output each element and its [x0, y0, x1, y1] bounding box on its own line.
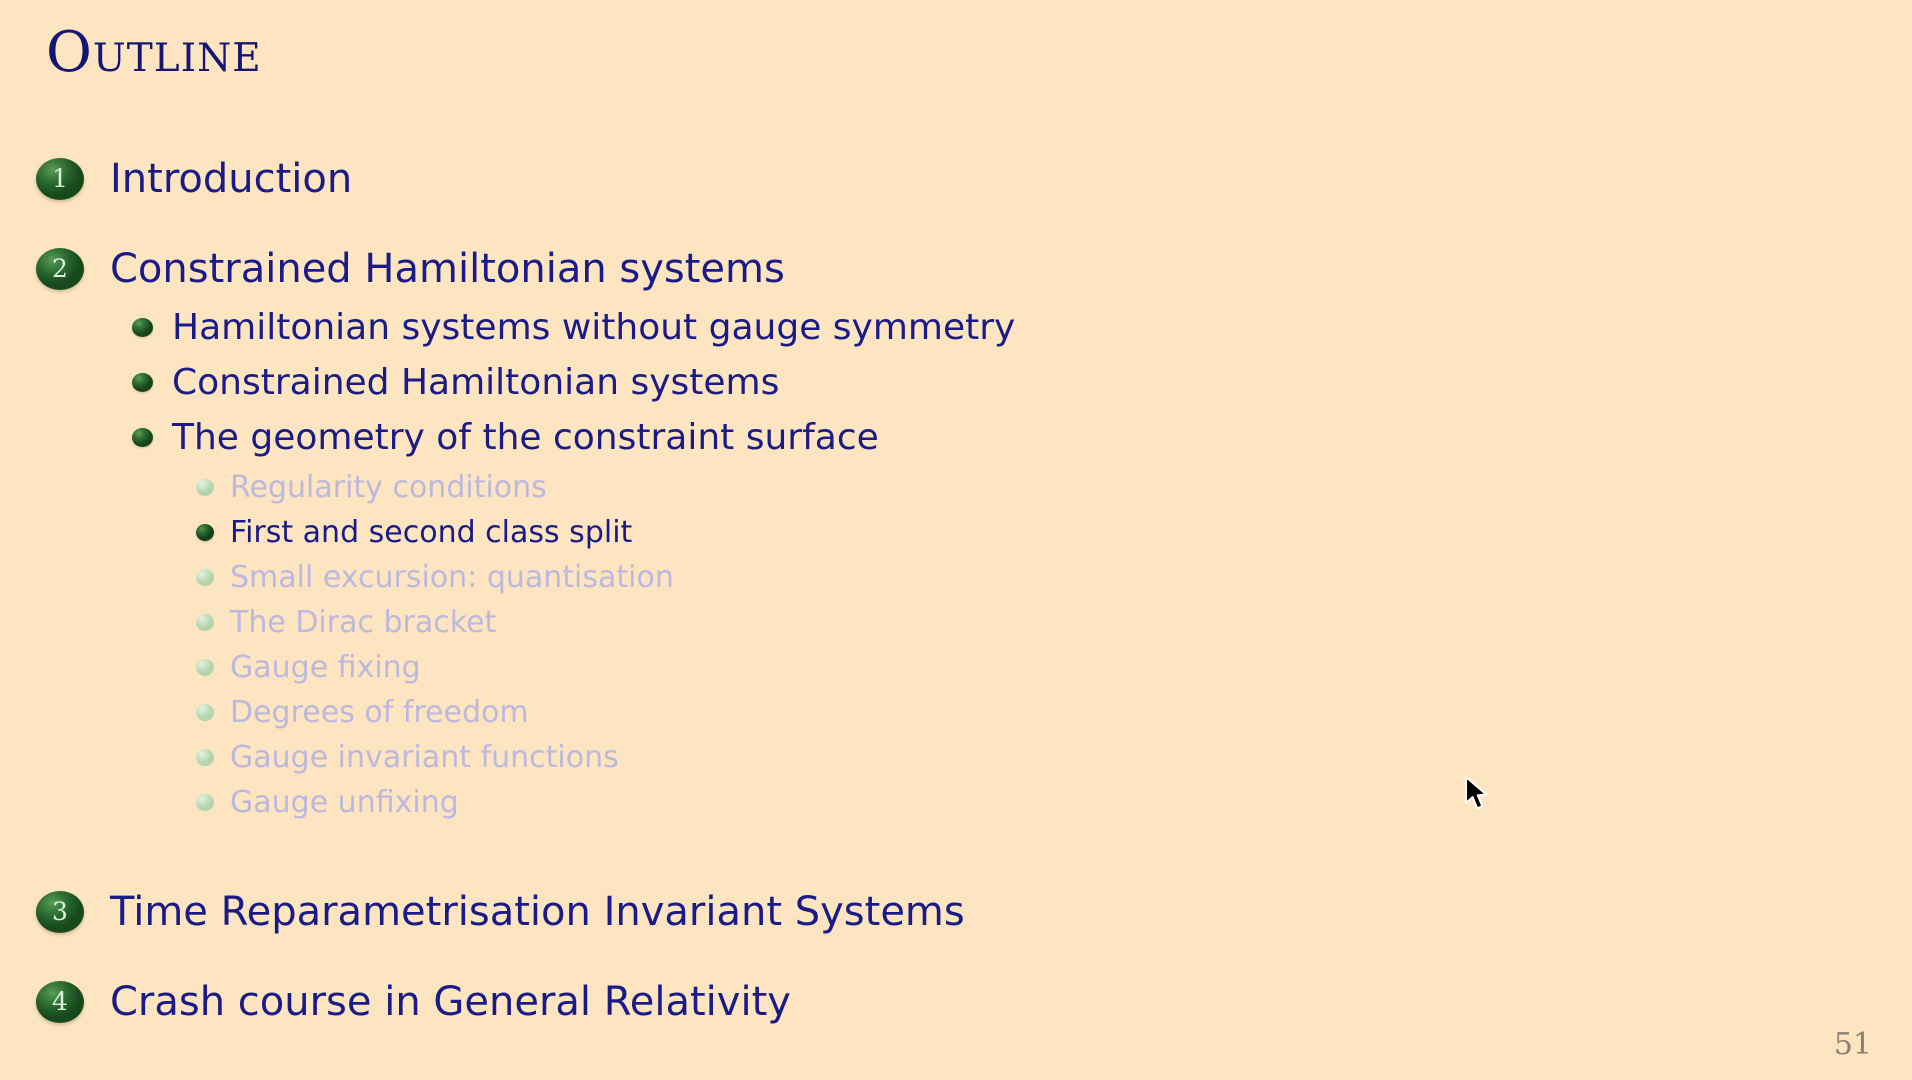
subsubsection-bullet-icon: [196, 614, 214, 631]
outline-subsubsection-item[interactable]: Gauge unfixing: [0, 780, 1912, 825]
outline-subsection-item[interactable]: Constrained Hamiltonian systems: [0, 355, 1912, 410]
subsubsection-label: Degrees of freedom: [230, 695, 529, 730]
outline-section-item[interactable]: 4 Crash course in General Relativity: [0, 971, 1912, 1033]
subsubsection-label: Gauge fixing: [230, 650, 421, 685]
subsubsection-bullet-icon: [196, 524, 214, 541]
outline-section-item[interactable]: 1 Introduction: [0, 148, 1912, 210]
section-number-badge: 4: [36, 981, 84, 1023]
section-label: Crash course in General Relativity: [110, 979, 791, 1025]
outline-list: 1 Introduction 2 Constrained Hamiltonian sy…: [0, 148, 1912, 1033]
section-label: Time Reparametrisation Invariant Systems: [110, 889, 965, 935]
page-title: Outline: [46, 20, 262, 85]
outline-subsubsection-item[interactable]: Small excursion: quantisation: [0, 555, 1912, 600]
outline-section-item[interactable]: 3 Time Reparametrisation Invariant System…: [0, 881, 1912, 943]
section-number-badge: 3: [36, 891, 84, 933]
section-number-badge: 2: [36, 248, 84, 290]
subsection-label: Hamiltonian systems without gauge symmet…: [172, 307, 1016, 348]
subsection-label: The geometry of the constraint surface: [172, 417, 879, 458]
subsection-bullet-icon: [132, 428, 153, 447]
subsection-label: Constrained Hamiltonian systems: [172, 362, 780, 403]
subsubsection-bullet-icon: [196, 749, 214, 766]
subsection-bullet-icon: [132, 373, 153, 392]
subsubsection-bullet-icon: [196, 704, 214, 721]
section-number-badge: 1: [36, 158, 84, 200]
subsubsection-label: First and second class split: [230, 515, 633, 550]
outline-subsubsection-item[interactable]: Degrees of freedom: [0, 690, 1912, 735]
subsubsection-bullet-icon: [196, 569, 214, 586]
subsubsection-bullet-icon: [196, 659, 214, 676]
outline-subsection-item[interactable]: The geometry of the constraint surface: [0, 410, 1912, 465]
outline-subsubsection-item[interactable]: Gauge invariant functions: [0, 735, 1912, 780]
outline-subsubsection-item[interactable]: First and second class split: [0, 510, 1912, 555]
subsubsection-label: Gauge invariant functions: [230, 740, 619, 775]
presentation-slide: Outline 1 Introduction 2 Constrained Hamilt…: [0, 0, 1912, 1080]
page-number: 51: [1833, 1027, 1872, 1062]
outline-subsubsection-item[interactable]: The Dirac bracket: [0, 600, 1912, 645]
subsubsection-bullet-icon: [196, 479, 214, 496]
subsubsection-label: Regularity conditions: [230, 470, 547, 505]
section-label: Introduction: [110, 156, 353, 202]
subsection-bullet-icon: [132, 318, 153, 337]
subsubsection-label: Gauge unfixing: [230, 785, 459, 820]
subsubsection-label: The Dirac bracket: [230, 605, 497, 640]
subsubsection-label: Small excursion: quantisation: [230, 560, 674, 595]
subsubsection-bullet-icon: [196, 794, 214, 811]
outline-subsection-item[interactable]: Hamiltonian systems without gauge symmet…: [0, 300, 1912, 355]
outline-subsubsection-item[interactable]: Regularity conditions: [0, 465, 1912, 510]
outline-section-item[interactable]: 2 Constrained Hamiltonian systems: [0, 238, 1912, 300]
outline-subsubsection-item[interactable]: Gauge fixing: [0, 645, 1912, 690]
section-label: Constrained Hamiltonian systems: [110, 246, 785, 292]
